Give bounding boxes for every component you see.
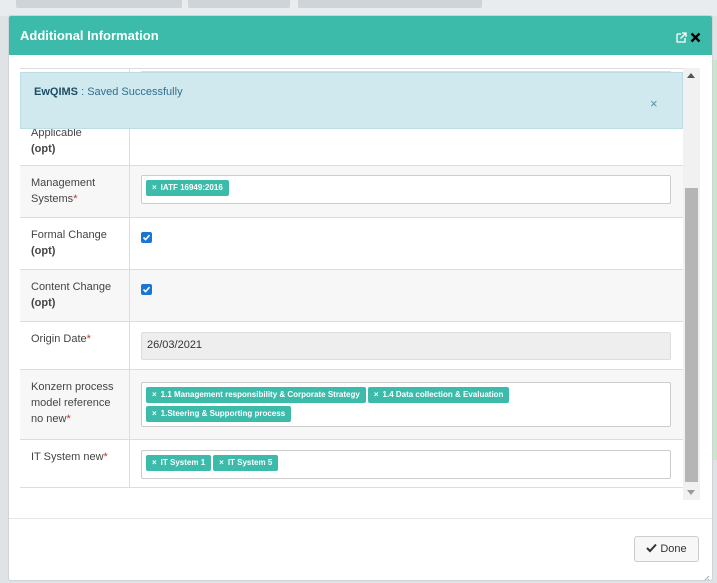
alert-message: EwQIMS : Saved Successfully: [34, 86, 183, 98]
form-row-origin-date: Origin Date* 26/03/2021: [20, 321, 683, 369]
tag-remove-icon[interactable]: ×: [152, 409, 157, 418]
check-icon: [646, 543, 658, 556]
tag-chip[interactable]: × IT System 1: [146, 455, 212, 471]
label-text: Origin Date: [31, 333, 87, 345]
footer-divider: [9, 518, 712, 519]
label-text: Management Systems: [31, 177, 96, 205]
tag-remove-icon[interactable]: ×: [152, 183, 157, 192]
alert-close-icon[interactable]: ×: [650, 96, 658, 111]
row-label: Konzern process model reference no new*: [20, 370, 130, 439]
scroll-up-arrow-icon[interactable]: [687, 73, 695, 78]
label-text: IT System new: [31, 451, 104, 463]
tag-chip[interactable]: × IT System 5: [213, 455, 279, 471]
scrollbar[interactable]: [683, 68, 700, 500]
konzern-process-select[interactable]: × 1.1 Management responsibility & Corpora…: [141, 382, 671, 427]
alert-text: Saved Successfully: [87, 86, 183, 98]
tag-remove-icon[interactable]: ×: [152, 458, 157, 467]
scroll-thumb[interactable]: [685, 188, 698, 482]
optional-marker: (opt): [31, 143, 56, 155]
tag-chip[interactable]: × IATF 16949:2016: [146, 180, 229, 196]
external-link-icon[interactable]: [676, 28, 688, 43]
background-panel: [713, 60, 717, 460]
success-alert: EwQIMS : Saved Successfully ×: [20, 72, 683, 129]
additional-information-modal: Additional Information Applicable (opt) …: [8, 15, 713, 581]
it-system-select[interactable]: × IT System 1 × IT System 5: [141, 450, 671, 479]
background-field: [16, 0, 182, 8]
management-systems-select[interactable]: × IATF 16949:2016: [141, 175, 671, 204]
background-field: [188, 0, 290, 8]
required-marker: *: [86, 333, 91, 345]
row-label: Content Change (opt): [20, 270, 130, 321]
resize-handle-icon[interactable]: [702, 568, 710, 580]
form-row-content-change: Content Change (opt): [20, 269, 683, 321]
alert-app-name: EwQIMS: [34, 86, 79, 98]
formal-change-checkbox[interactable]: [141, 232, 152, 243]
label-text: Konzern process model reference no new: [31, 381, 114, 425]
required-marker: *: [73, 193, 78, 205]
form-row-konzern: Konzern process model reference no new* …: [20, 369, 683, 439]
row-label: Origin Date*: [20, 322, 130, 369]
modal-body: Applicable (opt) Management Systems* × IA…: [20, 68, 700, 488]
required-marker: *: [66, 413, 71, 425]
optional-marker: (opt): [31, 297, 56, 309]
form-row-it-system: IT System new* × IT System 1 × IT System 5: [20, 439, 683, 487]
label-text: Formal Change: [31, 229, 107, 241]
row-label: Formal Change (opt): [20, 218, 130, 269]
row-label: Management Systems*: [20, 166, 130, 217]
tag-chip[interactable]: × 1.Steering & Supporting process: [146, 406, 292, 422]
scroll-down-arrow-icon[interactable]: [687, 490, 695, 495]
form-row-management-systems: Management Systems* × IATF 16949:2016: [20, 165, 683, 217]
row-label: IT System new*: [20, 440, 130, 487]
close-icon[interactable]: [690, 28, 702, 43]
tag-chip[interactable]: × 1.4 Data collection & Evaluation: [367, 387, 510, 403]
content-change-checkbox[interactable]: [141, 284, 152, 295]
done-label: Done: [660, 543, 687, 555]
form-row-formal-change: Formal Change (opt): [20, 217, 683, 269]
modal-title: Additional Information: [20, 28, 159, 43]
tag-remove-icon[interactable]: ×: [219, 458, 224, 467]
tag-remove-icon[interactable]: ×: [374, 390, 379, 399]
optional-marker: (opt): [31, 245, 56, 257]
required-marker: *: [103, 451, 108, 463]
label-text: Content Change: [31, 281, 112, 293]
tag-chip[interactable]: × 1.1 Management responsibility & Corpora…: [146, 387, 366, 403]
background-field: [298, 0, 482, 8]
tag-remove-icon[interactable]: ×: [152, 390, 157, 399]
done-button[interactable]: Done: [634, 536, 699, 562]
modal-header: Additional Information: [9, 16, 712, 55]
origin-date-field[interactable]: 26/03/2021: [141, 332, 671, 360]
